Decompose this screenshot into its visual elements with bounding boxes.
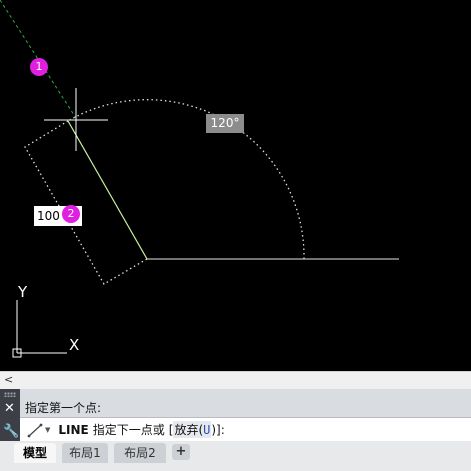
chevron-down-icon[interactable]: ▼ [45, 426, 50, 434]
undo-option-key: U [203, 423, 211, 437]
angle-arc [67, 99, 305, 260]
command-history: 指定第一个点: [20, 389, 471, 417]
undo-option-text: 放弃( [174, 423, 204, 437]
drawing-canvas[interactable]: 1 120° 100 2 Y X [0, 0, 471, 371]
grip-icon[interactable] [4, 392, 16, 397]
marker-2: 2 [62, 205, 80, 223]
close-icon[interactable]: ✕ [4, 402, 15, 416]
undo-option[interactable]: 放弃(U [173, 421, 212, 438]
ucs-x-label: X [69, 336, 80, 354]
scroll-left-arrow[interactable]: < [4, 372, 13, 388]
rubber-band-line [67, 120, 148, 260]
crosshair-cursor [44, 88, 108, 151]
horizontal-scroll-strip[interactable]: < [0, 371, 471, 389]
length-value: 100 [37, 209, 60, 223]
command-panel-handle[interactable]: ✕ 🔧 [0, 389, 20, 441]
command-prompt: 指定下一点或 [92, 423, 165, 437]
tab-layout1[interactable]: 布局1 [62, 443, 108, 463]
length-dimension [24, 120, 148, 285]
layout-tab-bar: 模型 布局1 布局2 + [0, 441, 471, 471]
tab-layout2[interactable]: 布局2 [114, 443, 166, 463]
tab-model[interactable]: 模型 [14, 443, 56, 463]
ucs-y-label: Y [18, 283, 28, 301]
angle-label: 120° [206, 114, 244, 133]
command-line[interactable]: ▼ LINE 指定下一点或 [ 放弃(U )]: [20, 417, 471, 441]
option-close-bracket: )]: [211, 422, 225, 437]
add-layout-button[interactable]: + [172, 444, 190, 460]
ucs-icon [12, 300, 67, 358]
command-panel: ✕ 🔧 指定第一个点: ▼ LINE 指定下一点或 [ 放弃(U )]: [0, 389, 471, 441]
marker-1: 1 [30, 58, 48, 76]
command-name: LINE [58, 422, 89, 437]
drawing-svg [0, 0, 399, 358]
line-command-icon[interactable] [26, 421, 44, 439]
wrench-icon[interactable]: 🔧 [3, 425, 19, 439]
